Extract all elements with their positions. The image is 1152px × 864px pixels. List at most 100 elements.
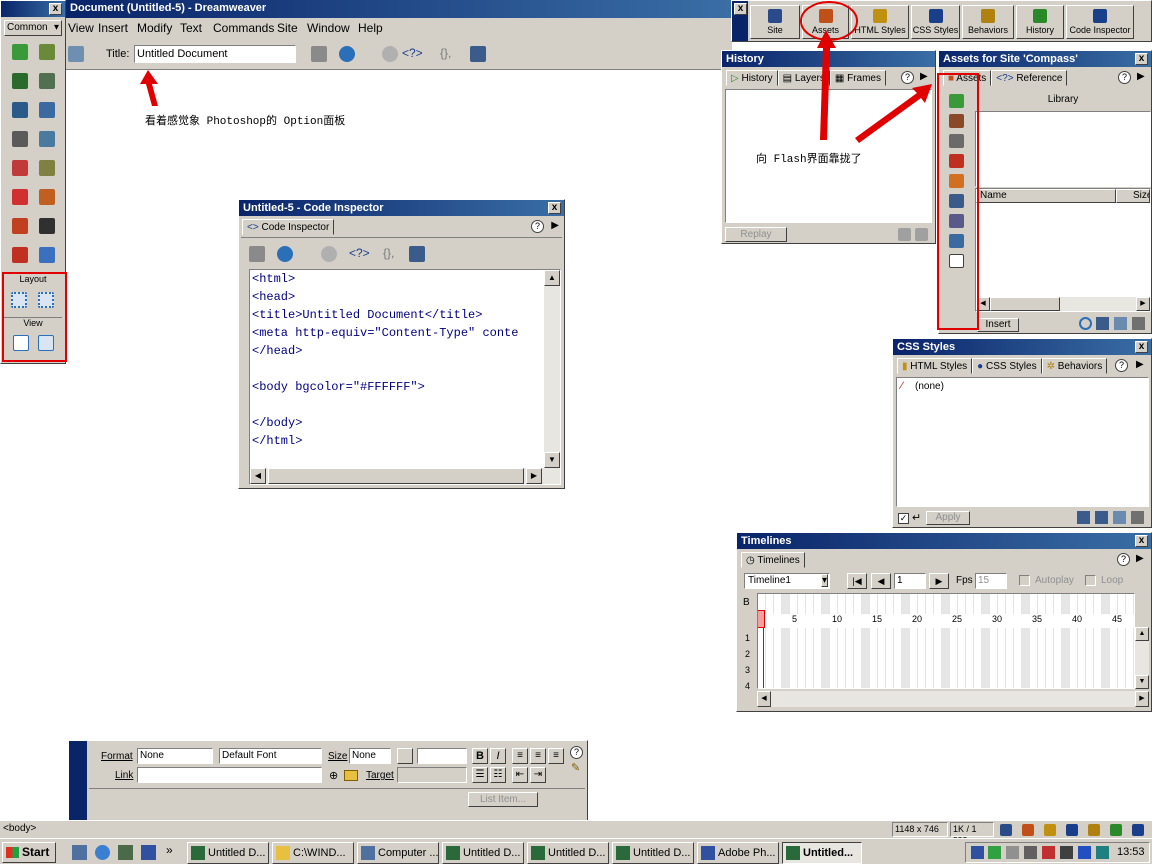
italic-button[interactable]: I [490, 748, 506, 764]
timeline-frame-column[interactable] [1094, 594, 1102, 688]
timeline-frame-column[interactable] [878, 594, 886, 688]
replay-button[interactable]: Replay [725, 227, 787, 242]
timeline-frame-column[interactable] [1102, 594, 1110, 688]
code-inspector-help-icon[interactable]: ? [531, 220, 544, 233]
save-command-icon[interactable] [915, 228, 928, 241]
css-new-icon[interactable] [1095, 511, 1108, 524]
timeline-frame-column[interactable] [886, 594, 894, 688]
align-left-icon[interactable]: ≡ [512, 748, 528, 764]
font-select[interactable]: Default Font [219, 748, 322, 764]
insert-fireworks-icon[interactable] [39, 189, 55, 205]
refresh-icon[interactable] [382, 46, 398, 62]
timeline-frame-column[interactable] [766, 594, 774, 688]
timeline-frame-column[interactable] [1078, 594, 1086, 688]
timeline-hscrollbar[interactable]: ◀ ▶ [757, 691, 1149, 707]
link-input[interactable] [137, 767, 322, 783]
copy-steps-icon[interactable] [898, 228, 911, 241]
date-icon[interactable] [12, 160, 28, 176]
timeline-frame-column[interactable] [1038, 594, 1046, 688]
ci-preview-icon[interactable] [277, 246, 293, 262]
taskbar-window-button[interactable]: Computer ... [357, 842, 439, 864]
bold-button[interactable]: B [472, 748, 488, 764]
tray-network-icon[interactable] [988, 846, 1001, 859]
flash-button-icon[interactable] [12, 218, 28, 234]
insert-button[interactable]: Insert [977, 318, 1019, 332]
apply-checkbox[interactable]: ✓ [898, 513, 909, 524]
flash-text-icon[interactable] [39, 218, 55, 234]
ci-file-transfer-icon[interactable] [249, 246, 265, 262]
ci-reference-icon[interactable]: <?> [349, 246, 370, 260]
menu-insert[interactable]: Insert [98, 21, 128, 35]
timeline-frame-column[interactable] [830, 594, 838, 688]
mini-site-icon[interactable] [1000, 824, 1012, 836]
timeline-frame-column[interactable] [854, 594, 862, 688]
assets-help-icon[interactable]: ? [1118, 71, 1131, 84]
autoplay-checkbox[interactable] [1019, 575, 1030, 586]
menu-help[interactable]: Help [358, 21, 383, 35]
menu-modify[interactable]: Modify [137, 21, 172, 35]
view-options-icon[interactable] [470, 46, 486, 62]
tray-volume-icon[interactable] [1060, 846, 1073, 859]
insert-tabular-data-icon[interactable] [39, 73, 55, 89]
ci-options-icon[interactable] [409, 246, 425, 262]
unordered-list-icon[interactable]: ☰ [472, 767, 488, 783]
quicklaunch-more-icon[interactable]: » [166, 843, 173, 857]
launcher-behaviors-button[interactable]: Behaviors [962, 5, 1014, 39]
list-item-button[interactable]: List Item... [468, 792, 538, 807]
timeline-frame-column[interactable] [870, 594, 878, 688]
ci-code-nav-icon[interactable]: {}, [383, 246, 394, 260]
behaviors-tab[interactable]: ✲ Behaviors [1041, 358, 1108, 374]
menu-site[interactable]: Site [277, 21, 298, 35]
start-button[interactable]: Start [2, 842, 56, 863]
mini-code-inspector-icon[interactable] [1132, 824, 1144, 836]
launcher-site-button[interactable]: Site [750, 5, 800, 39]
format-select[interactable]: None [137, 748, 213, 764]
mini-behaviors-icon[interactable] [1088, 824, 1100, 836]
timeline-frame-column[interactable] [958, 594, 966, 688]
asset-delete-icon[interactable] [1132, 317, 1145, 330]
timeline-grid[interactable]: 151015202530354045 [757, 593, 1135, 689]
menu-text[interactable]: Text [180, 21, 202, 35]
timeline-frame-column[interactable] [998, 594, 1006, 688]
timeline-frame-column[interactable] [1086, 594, 1094, 688]
timeline-frame-column[interactable] [790, 594, 798, 688]
css-styles-tab[interactable]: ● CSS Styles [972, 358, 1042, 374]
generator-icon[interactable] [12, 247, 28, 263]
fps-input[interactable]: 15 [975, 573, 1007, 589]
window-size[interactable]: 1148 x 746 [892, 822, 948, 837]
css-edit-icon[interactable] [1113, 511, 1126, 524]
quicklaunch-app2-icon[interactable] [141, 845, 156, 860]
objects-category-select[interactable]: Common ▾ [4, 20, 62, 36]
taskbar-window-button[interactable]: Untitled... [782, 842, 862, 864]
reference-icon[interactable]: <?> [402, 46, 423, 60]
menu-view[interactable]: View [68, 21, 94, 35]
timeline-frame-column[interactable] [934, 594, 942, 688]
css-link-icon[interactable] [1077, 511, 1090, 524]
apply-button[interactable]: Apply [926, 511, 970, 525]
file-transfer-icon[interactable] [311, 46, 327, 62]
asset-col-name[interactable]: Name [976, 189, 1116, 203]
tabular-data-icon[interactable] [39, 160, 55, 176]
timeline-frame-column[interactable] [982, 594, 990, 688]
browse-folder-icon[interactable] [344, 770, 358, 781]
asset-hscrollbar[interactable]: ◀ ▶ [976, 297, 1150, 311]
code-inspector-tab[interactable]: <> Code Inspector [242, 219, 335, 235]
timelines-help-icon[interactable]: ? [1117, 553, 1130, 566]
timeline-frame-column[interactable] [1110, 594, 1118, 688]
timeline-frame-column[interactable] [1046, 594, 1054, 688]
text-color-swatch[interactable] [397, 748, 413, 764]
tray-clock[interactable]: 13:53 [1117, 846, 1145, 858]
insert-flash-icon[interactable] [12, 189, 28, 205]
timeline-frame-column[interactable] [910, 594, 918, 688]
css-style-list[interactable]: ⁄ (none) [896, 377, 1149, 507]
asset-edit-icon[interactable] [1114, 317, 1127, 330]
quicklaunch-ie-icon[interactable] [95, 845, 110, 860]
menu-commands[interactable]: Commands [213, 21, 274, 35]
taskbar-window-button[interactable]: Untitled D... [527, 842, 609, 864]
timelines-menu-icon[interactable]: ▶ [1136, 553, 1144, 564]
preview-browser-icon[interactable] [339, 46, 355, 62]
outdent-icon[interactable]: ⇤ [512, 767, 528, 783]
code-inspector-close-icon[interactable]: x [548, 202, 561, 214]
objects-close-icon[interactable]: x [49, 3, 62, 15]
email-link-icon[interactable] [39, 131, 55, 147]
